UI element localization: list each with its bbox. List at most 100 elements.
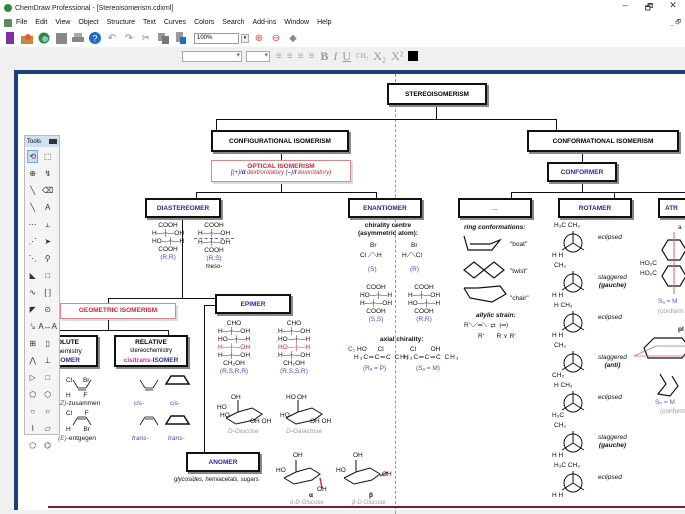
font-size-select[interactable]: [246, 50, 270, 62]
mdi-controls[interactable]: _ 🗗: [670, 18, 681, 28]
open-web-icon[interactable]: [38, 32, 50, 44]
hollow-wedge-tool-icon[interactable]: ⋱: [27, 252, 38, 265]
justify-icon[interactable]: ≡: [309, 51, 315, 62]
wavy-bond-tool-icon[interactable]: ∿: [27, 286, 38, 299]
bold-bond-tool-icon[interactable]: ╲: [27, 201, 38, 214]
help-icon[interactable]: ?: [89, 32, 101, 44]
hashed-bond-tool-icon[interactable]: ⋰: [27, 235, 38, 248]
lasso-tool-icon[interactable]: ⟲: [27, 150, 39, 163]
orbital-tool-icon[interactable]: ⚲: [38, 252, 57, 265]
bond-atom-attach-tool-icon[interactable]: ⤥: [27, 320, 38, 333]
cyclooctane-tool-icon[interactable]: ○: [38, 405, 57, 418]
benzene-tool-icon[interactable]: ⌬: [38, 439, 57, 452]
acyclic-chain-tool-icon[interactable]: A↔A: [38, 320, 57, 333]
menu-colors[interactable]: Colors: [194, 19, 214, 26]
menu-window[interactable]: Window: [284, 19, 309, 26]
cyclohexane-chair-2-tool-icon[interactable]: ▱: [38, 422, 57, 435]
eraser-tool-icon[interactable]: ⌫: [38, 184, 57, 197]
cut-icon[interactable]: ✂: [140, 32, 152, 44]
bold-button[interactable]: B: [320, 49, 328, 64]
restore-button[interactable]: 🗗: [637, 0, 661, 16]
zoom-in-icon[interactable]: ⊕: [253, 32, 265, 44]
paste-icon[interactable]: [174, 32, 186, 44]
open-icon[interactable]: [21, 32, 33, 44]
cyclohexane-tool-icon[interactable]: ⬡: [38, 388, 57, 401]
menu-text[interactable]: Text: [143, 19, 156, 26]
color-swatch[interactable]: [408, 51, 419, 61]
tools-palette[interactable]: Tools ⟲ ⬚ ⊕ ↯ ╲ ⌫ ╲ A ⋯ ⥿ ⋰ ➤ ⋱ ⚲ ◣ □ ∿[ ] ◤ ⊙ ⤥ A↔A ⊞ ▯ ⋀ ⊥ ▷ □ ⬠ ⬡…: [24, 135, 60, 450]
italic-button[interactable]: I: [333, 49, 337, 64]
align-left-icon[interactable]: ≡: [276, 51, 282, 62]
chemdraw-app-icon: [4, 4, 12, 12]
arrow-tool-icon[interactable]: ➤: [38, 235, 57, 248]
chemical-symbol-tool-icon[interactable]: ⊙: [38, 303, 57, 316]
menu-add-ins[interactable]: Add-ins: [252, 19, 276, 26]
mass-fragment-tool-icon[interactable]: ⊕: [27, 167, 38, 180]
subscript-button[interactable]: X₂: [373, 49, 386, 64]
bond-tool-icon[interactable]: ╲: [27, 184, 38, 197]
rectangle-tool-icon[interactable]: □: [38, 371, 57, 384]
menu-object[interactable]: Object: [78, 19, 98, 26]
document-page[interactable]: STEREOISOMERISM CONFIGURATIONAL ISOMERIS…: [14, 70, 685, 514]
align-right-icon[interactable]: ≡: [298, 51, 304, 62]
menu-file[interactable]: File: [16, 19, 27, 26]
redo-icon[interactable]: ↷: [123, 32, 135, 44]
new-document-icon[interactable]: [4, 32, 16, 44]
zoom-dropdown-arrow[interactable]: ▾: [241, 33, 249, 43]
conform-note: (conform: [658, 308, 684, 315]
align-center-icon[interactable]: ≡: [287, 51, 293, 62]
collapse-icon[interactable]: [49, 139, 57, 144]
ho-label: HO: [276, 467, 286, 474]
triangle-tool-icon[interactable]: ▷: [27, 371, 38, 384]
stereo-label: (R,S,R,R): [219, 368, 249, 375]
stamp-tool-icon[interactable]: ⊥: [38, 354, 57, 367]
zoom-out-icon[interactable]: ⊖: [270, 32, 282, 44]
document-icon[interactable]: [4, 18, 12, 27]
menu-view[interactable]: View: [55, 19, 70, 26]
close-button[interactable]: ✕: [661, 0, 685, 16]
dashed-bond-tool-icon[interactable]: ⋯: [27, 218, 38, 231]
underline-button[interactable]: U: [342, 49, 351, 64]
stereo-label: (R,R): [416, 316, 432, 323]
fit-icon[interactable]: ◆: [287, 32, 299, 44]
tools-palette-header[interactable]: Tools: [25, 136, 59, 147]
zoom-select[interactable]: 100%: [194, 32, 239, 44]
fischer-rr: COOH H—┼—OH HO—┼—H COOH (R,R): [150, 222, 186, 262]
menu-structure[interactable]: Structure: [107, 19, 135, 26]
hashed-wedge-tool-icon[interactable]: ◤: [27, 303, 38, 316]
wedge-bond-tool-icon[interactable]: ◣: [27, 269, 38, 282]
cis-label: cis-: [134, 400, 145, 407]
cyclopentane-tool-icon[interactable]: ⬠: [27, 388, 38, 401]
conformation-label: eclipsed: [598, 314, 622, 322]
drawing-element-tool-icon[interactable]: □: [38, 269, 57, 282]
chain-tool-icon[interactable]: ⥿: [38, 218, 57, 231]
oh-label: OH: [297, 394, 307, 401]
menu-edit[interactable]: Edit: [35, 19, 47, 26]
cyclohexane-chair-1-tool-icon[interactable]: ⌇: [27, 422, 38, 435]
menu-help[interactable]: Help: [317, 19, 331, 26]
font-select[interactable]: [182, 50, 242, 62]
save-icon[interactable]: [55, 32, 67, 44]
text-tool-icon[interactable]: A: [38, 201, 57, 214]
print-icon[interactable]: [72, 32, 84, 44]
cycloheptane-tool-icon[interactable]: ○: [27, 405, 38, 418]
marquee-tool-icon[interactable]: ⬚: [38, 150, 57, 163]
superscript-button[interactable]: X²: [391, 49, 403, 64]
bracket-tool-icon[interactable]: [ ]: [38, 286, 57, 299]
formula-button[interactable]: CH₂: [356, 52, 368, 60]
minimize-button[interactable]: –: [613, 0, 637, 16]
cyclopentadiene-tool-icon[interactable]: ⬠: [27, 439, 38, 452]
menu-curves[interactable]: Curves: [164, 19, 186, 26]
menu-bar: File Edit View Object Structure Text Cur…: [0, 16, 685, 29]
table-tool-icon[interactable]: ⊞: [27, 337, 38, 350]
stereo-tool-icon[interactable]: ⋀: [27, 354, 38, 367]
fischer-bottom: CH₂OH: [283, 360, 305, 367]
atom-labels: Cl ⟋⟍H: [360, 252, 382, 259]
stereoisomerism-box: STEREOISOMERISM: [387, 83, 487, 105]
copy-icon[interactable]: [157, 32, 169, 44]
fischer-row: H—┼—OH: [217, 352, 251, 359]
menu-search[interactable]: Search: [222, 19, 244, 26]
template-tool-icon[interactable]: ▯: [38, 337, 57, 350]
undo-icon[interactable]: ↶: [106, 32, 118, 44]
structure-perspective-tool-icon[interactable]: ↯: [38, 167, 57, 180]
